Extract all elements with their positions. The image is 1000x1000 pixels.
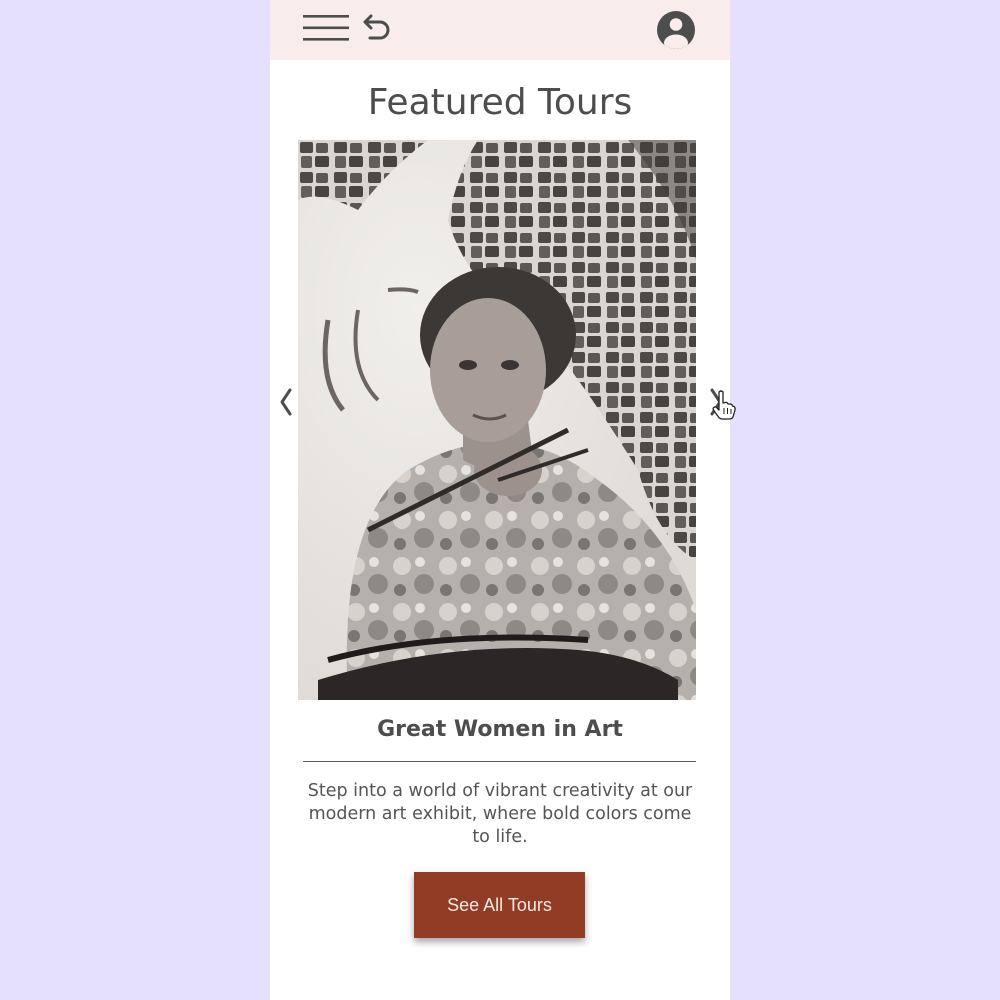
tour-image[interactable] (298, 140, 696, 700)
app-screen: Featured Tours Great Women in Art Step i… (270, 0, 730, 1000)
account-button[interactable] (656, 10, 696, 50)
tour-title: Great Women in Art (377, 717, 623, 742)
divider (303, 761, 696, 762)
carousel-next-button[interactable] (706, 382, 728, 422)
account-circle-icon (657, 11, 695, 49)
menu-button[interactable] (303, 12, 351, 44)
artist-portrait-image (298, 140, 696, 700)
undo-back-icon (363, 14, 390, 40)
back-button[interactable] (362, 12, 394, 44)
page-title: Featured Tours (367, 82, 633, 123)
see-all-tours-button[interactable]: See All Tours (414, 872, 585, 938)
chevron-left-icon (280, 388, 292, 416)
hamburger-menu-icon (303, 15, 349, 41)
carousel-prev-button[interactable] (274, 382, 296, 422)
tour-description: Step into a world of vibrant creativity … (307, 781, 693, 847)
top-app-bar (270, 0, 730, 60)
chevron-right-icon (710, 388, 722, 416)
